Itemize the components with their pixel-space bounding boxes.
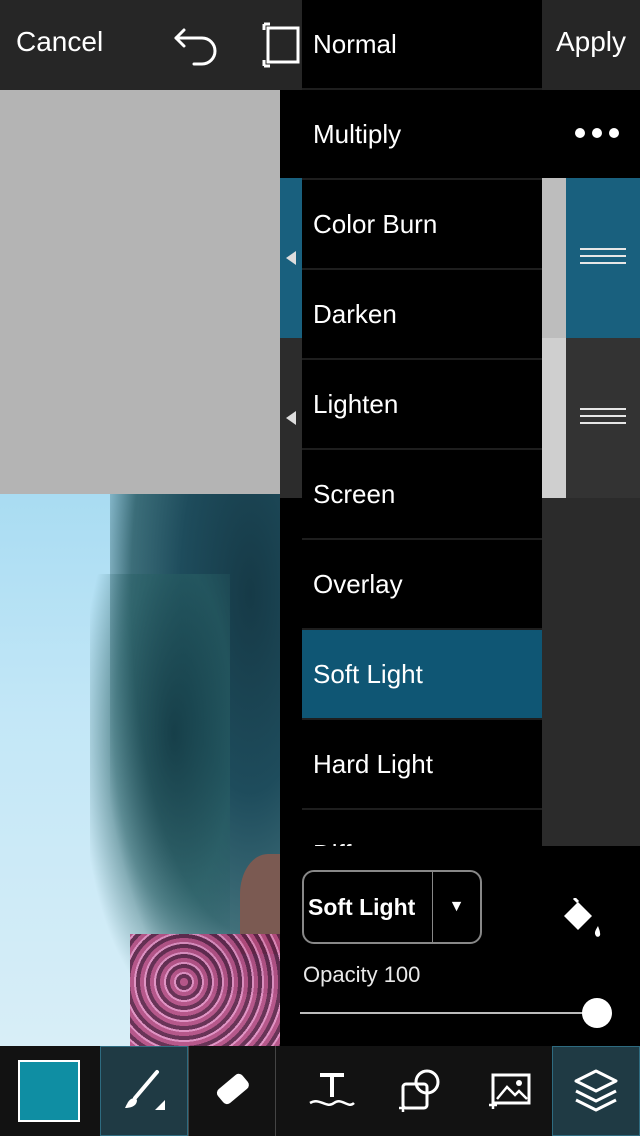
color-swatch <box>18 1060 80 1122</box>
crop-icon[interactable] <box>262 22 302 68</box>
canvas-empty-area[interactable] <box>0 90 280 494</box>
blend-mode-value: Soft Light <box>308 893 416 920</box>
blend-option-multiply[interactable]: Multiply <box>302 90 542 180</box>
add-sticker-button[interactable] <box>384 1046 456 1136</box>
opacity-slider-track[interactable] <box>300 1012 598 1014</box>
photo-sequin-dress <box>130 934 300 1046</box>
bottom-toolbar <box>0 1046 640 1136</box>
eraser-icon <box>216 1073 249 1105</box>
paint-bucket-icon[interactable] <box>558 898 606 942</box>
blend-mode-select[interactable]: Soft Light ▼ <box>302 870 482 944</box>
opacity-slider-thumb[interactable] <box>582 998 612 1028</box>
layer-settings-panel: Soft Light ▼ Opacity 100 <box>280 846 640 1046</box>
layer-1-thumbnail <box>542 178 566 338</box>
layer-1-expand-icon[interactable] <box>286 251 296 265</box>
opacity-label: Opacity 100 <box>303 962 421 987</box>
blend-option-soft-light[interactable]: Soft Light <box>302 630 542 720</box>
drag-handle-icon <box>580 408 626 426</box>
blend-option-overlay[interactable]: Overlay <box>302 540 542 630</box>
chevron-down-icon: ▼ <box>448 898 465 915</box>
text-tool-button[interactable] <box>296 1046 368 1136</box>
blend-option-difference[interactable]: Difference <box>302 810 542 846</box>
layers-empty-area <box>542 498 640 846</box>
layers-button[interactable] <box>552 1046 640 1136</box>
add-image-icon <box>489 1073 531 1109</box>
photo-hair-strands <box>90 574 230 974</box>
layer-2-expand-icon[interactable] <box>286 411 296 425</box>
undo-icon[interactable] <box>172 24 222 66</box>
brush-icon <box>125 1070 165 1110</box>
text-icon <box>309 1073 355 1106</box>
blend-option-color-burn[interactable]: Color Burn <box>302 180 542 270</box>
eraser-tool-button[interactable] <box>188 1046 276 1136</box>
layer-2-drag-handle[interactable] <box>566 338 640 498</box>
color-picker-button[interactable] <box>0 1046 98 1136</box>
layer-2-thumbnail <box>542 338 566 498</box>
add-shape-icon <box>399 1069 440 1112</box>
add-photo-button[interactable] <box>474 1046 546 1136</box>
cancel-button[interactable]: Cancel <box>16 26 103 58</box>
blend-option-normal[interactable]: Normal <box>302 0 542 90</box>
brush-tool-button[interactable] <box>100 1046 188 1136</box>
apply-button[interactable]: Apply <box>556 26 626 58</box>
blend-option-lighten[interactable]: Lighten <box>302 360 542 450</box>
more-options-icon[interactable] <box>572 118 622 148</box>
blend-option-screen[interactable]: Screen <box>302 450 542 540</box>
blend-option-hard-light[interactable]: Hard Light <box>302 720 542 810</box>
photo-canvas[interactable] <box>0 494 300 1046</box>
layer-1-drag-handle[interactable] <box>566 178 640 338</box>
layers-icon <box>574 1069 618 1112</box>
blend-mode-dropdown[interactable]: Normal Multiply Color Burn Darken Lighte… <box>302 0 542 846</box>
drag-handle-icon <box>580 248 626 266</box>
blend-option-darken[interactable]: Darken <box>302 270 542 360</box>
